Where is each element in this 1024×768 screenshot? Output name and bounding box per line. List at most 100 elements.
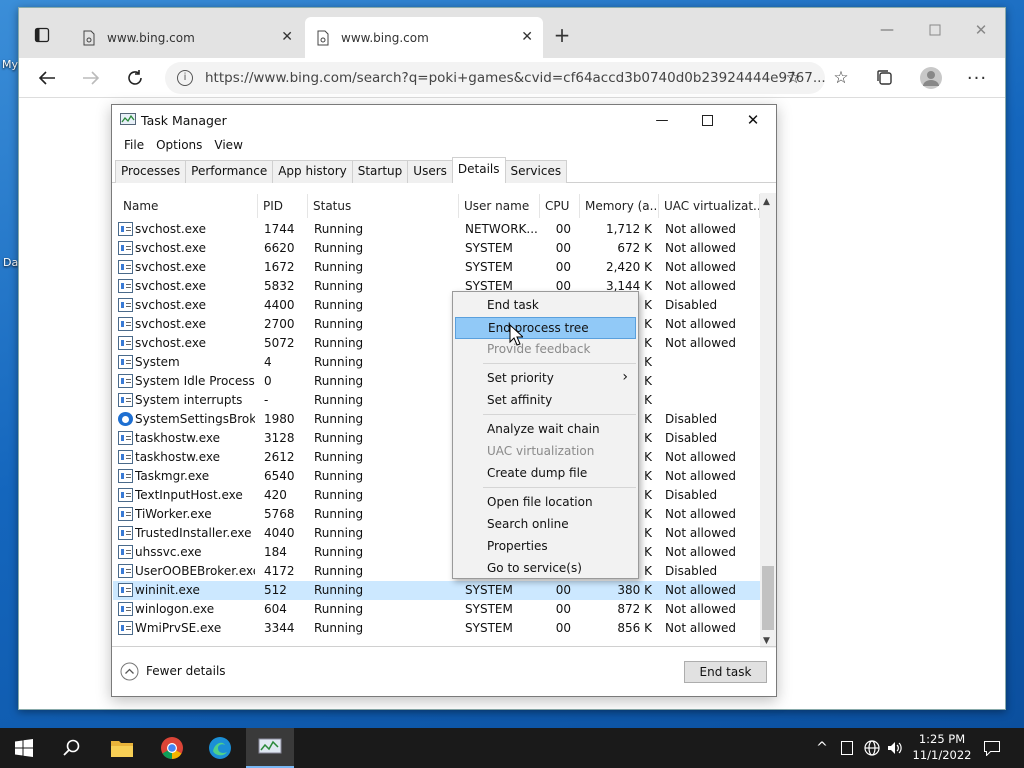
favorites-icon[interactable]: ☆ <box>827 64 855 92</box>
table-row[interactable]: TiWorker.exe 5768 Running K Not allowed <box>113 505 760 524</box>
menu-item-open-file-location[interactable]: Open file location <box>455 492 636 514</box>
menu-item-analyze-wait-chain[interactable]: Analyze wait chain <box>455 419 636 441</box>
close-window-icon[interactable]: ✕ <box>967 16 995 44</box>
table-row[interactable]: taskhostw.exe 3128 Running K Disabled <box>113 429 760 448</box>
cell-user-name: SYSTEM <box>465 602 513 616</box>
cell-memory: 1,712 K <box>605 222 652 236</box>
clock-time: 1:25 PM <box>918 732 966 746</box>
header-col-status[interactable]: Status <box>308 194 459 218</box>
profile-avatar-icon[interactable] <box>917 64 945 92</box>
tm-title-bar: Task Manager — ✕ <box>112 105 776 135</box>
menu-item-create-dump-file[interactable]: Create dump file <box>455 463 636 485</box>
cell-name: TrustedInstaller.exe <box>135 526 252 540</box>
header-col-cpu[interactable]: CPU <box>540 194 580 218</box>
add-favorite-icon[interactable]: ☆ <box>779 64 807 92</box>
browser-tab-1[interactable]: www.bing.com ✕ <box>71 17 303 58</box>
table-row[interactable]: SystemSettingsBroke...1980RunningKDisabl… <box>113 410 760 429</box>
address-bar[interactable]: i https://www.bing.com/search?q=poki+gam… <box>165 62 825 94</box>
chrome-icon[interactable] <box>148 728 196 768</box>
table-row[interactable]: System Idle Process 0 Running K <box>113 372 760 391</box>
table-row[interactable]: svchost.exe 2700 Running K Not allowed <box>113 315 760 334</box>
back-icon[interactable] <box>33 64 61 92</box>
scrollbar-thumb[interactable] <box>762 566 774 630</box>
new-tab-icon[interactable]: + <box>549 22 575 48</box>
table-row[interactable]: taskhostw.exe 2612 Running K Not allowed <box>113 448 760 467</box>
fewer-details-link[interactable]: Fewer details <box>146 664 226 678</box>
table-row[interactable]: svchost.exe 4400 Running K Disabled <box>113 296 760 315</box>
minimize-icon[interactable]: — <box>873 16 901 44</box>
table-row[interactable]: uhssvc.exe 184 Running K Not allowed <box>113 543 760 562</box>
tab-actions-icon[interactable] <box>29 22 55 48</box>
tm-maximize-icon[interactable] <box>687 109 727 131</box>
action-center-icon[interactable] <box>970 728 1014 768</box>
cell-name: System interrupts <box>135 393 243 407</box>
header-col-memory[interactable]: Memory (a... <box>580 194 659 218</box>
menu-item-end-process-tree[interactable]: End process tree <box>455 317 636 339</box>
table-row[interactable]: svchost.exe 1744 Running NETWORK... 00 1,712 … <box>113 220 760 239</box>
scroll-up-icon[interactable]: ▲ <box>763 197 770 207</box>
tab-label: www.bing.com <box>341 30 429 45</box>
table-row[interactable]: TextInputHost.exe 420 Running K Disabled <box>113 486 760 505</box>
table-row[interactable]: svchost.exe 5832 Running SYSTEM 00 3,144 K Not… <box>113 277 760 296</box>
menu-file[interactable]: File <box>118 135 150 157</box>
more-options-icon[interactable]: ··· <box>963 64 991 92</box>
menu-item-end-task[interactable]: End task <box>455 295 636 317</box>
grid-scrollbar[interactable]: ▲ ▼ <box>760 193 776 648</box>
search-icon[interactable] <box>48 728 96 768</box>
file-explorer-icon[interactable] <box>98 728 146 768</box>
menu-item-properties[interactable]: Properties <box>455 536 636 558</box>
tab-startup[interactable]: Startup <box>351 160 409 183</box>
menu-item-set-affinity[interactable]: Set affinity <box>455 390 636 412</box>
table-row[interactable]: Taskmgr.exe 6540 Running K Not allowed <box>113 467 760 486</box>
menu-options[interactable]: Options <box>150 135 208 157</box>
tab-app-history[interactable]: App history <box>272 160 353 183</box>
refresh-icon[interactable] <box>121 64 149 92</box>
close-tab-icon[interactable]: ✕ <box>281 29 293 45</box>
forward-icon[interactable] <box>77 64 105 92</box>
tab-services[interactable]: Services <box>504 160 568 183</box>
notification-square-icon[interactable] <box>834 728 860 768</box>
start-icon[interactable] <box>0 728 48 768</box>
fewer-details-icon[interactable] <box>120 662 139 681</box>
header-col-uac[interactable]: UAC virtualizat... <box>659 194 760 218</box>
header-col-pid[interactable]: PID <box>258 194 308 218</box>
tab-users[interactable]: Users <box>407 160 453 183</box>
close-tab-icon[interactable]: ✕ <box>521 29 533 45</box>
task-manager-taskbar-icon[interactable] <box>246 728 294 768</box>
cell-user-name: SYSTEM <box>465 241 513 255</box>
edge-icon[interactable] <box>196 728 244 768</box>
tab-details[interactable]: Details <box>451 157 506 183</box>
collections-icon[interactable] <box>871 64 899 92</box>
taskbar-clock[interactable]: 1:25 PM 11/1/2022 <box>910 731 974 763</box>
table-row[interactable]: System 4 Running K <box>113 353 760 372</box>
volume-icon[interactable] <box>882 728 908 768</box>
scroll-down-icon[interactable]: ▼ <box>763 636 770 646</box>
tm-close-icon[interactable]: ✕ <box>733 109 773 131</box>
header-col-name[interactable]: Name <box>113 194 258 218</box>
maximize-icon[interactable] <box>921 16 949 44</box>
cell-status: Running <box>314 545 364 559</box>
menu-item-search-online[interactable]: Search online <box>455 514 636 536</box>
process-icon <box>118 488 133 502</box>
table-row[interactable]: TrustedInstaller.exe 4040 Running K Not allo… <box>113 524 760 543</box>
table-row[interactable]: svchost.exe 5072 Running K Not allowed <box>113 334 760 353</box>
menu-item-set-priority[interactable]: Set priority › <box>455 368 636 390</box>
table-row[interactable]: svchost.exe 1672 Running SYSTEM 00 2,420 K Not… <box>113 258 760 277</box>
table-row[interactable]: winlogon.exe 604 Running SYSTEM 00 872 K Not a… <box>113 600 760 619</box>
menu-item-go-to-service-s[interactable]: Go to service(s) <box>455 558 636 580</box>
table-row[interactable]: svchost.exe 6620 Running SYSTEM 00 672 K Not a… <box>113 239 760 258</box>
info-icon[interactable]: i <box>177 70 193 86</box>
menu-view[interactable]: View <box>208 135 248 157</box>
table-row[interactable]: System interrupts - Running K <box>113 391 760 410</box>
end-task-button[interactable]: End task <box>684 661 767 683</box>
tab-processes[interactable]: Processes <box>115 160 187 183</box>
header-col-user-name[interactable]: User name <box>459 194 540 218</box>
menu-separator <box>483 487 636 488</box>
browser-tab-2[interactable]: www.bing.com ✕ <box>305 17 543 58</box>
table-row[interactable]: wininit.exe 512 Running SYSTEM 00 380 K Not al… <box>113 581 760 600</box>
table-row[interactable]: WmiPrvSE.exe 3344 Running SYSTEM 00 856 K Not … <box>113 619 760 638</box>
tab-performance[interactable]: Performance <box>185 160 274 183</box>
tm-minimize-icon[interactable]: — <box>642 109 682 131</box>
table-row[interactable]: UserOOBEBroker.exe 4172 Running K Disabled <box>113 562 760 581</box>
menu-item-label: Go to service(s) <box>487 561 582 575</box>
